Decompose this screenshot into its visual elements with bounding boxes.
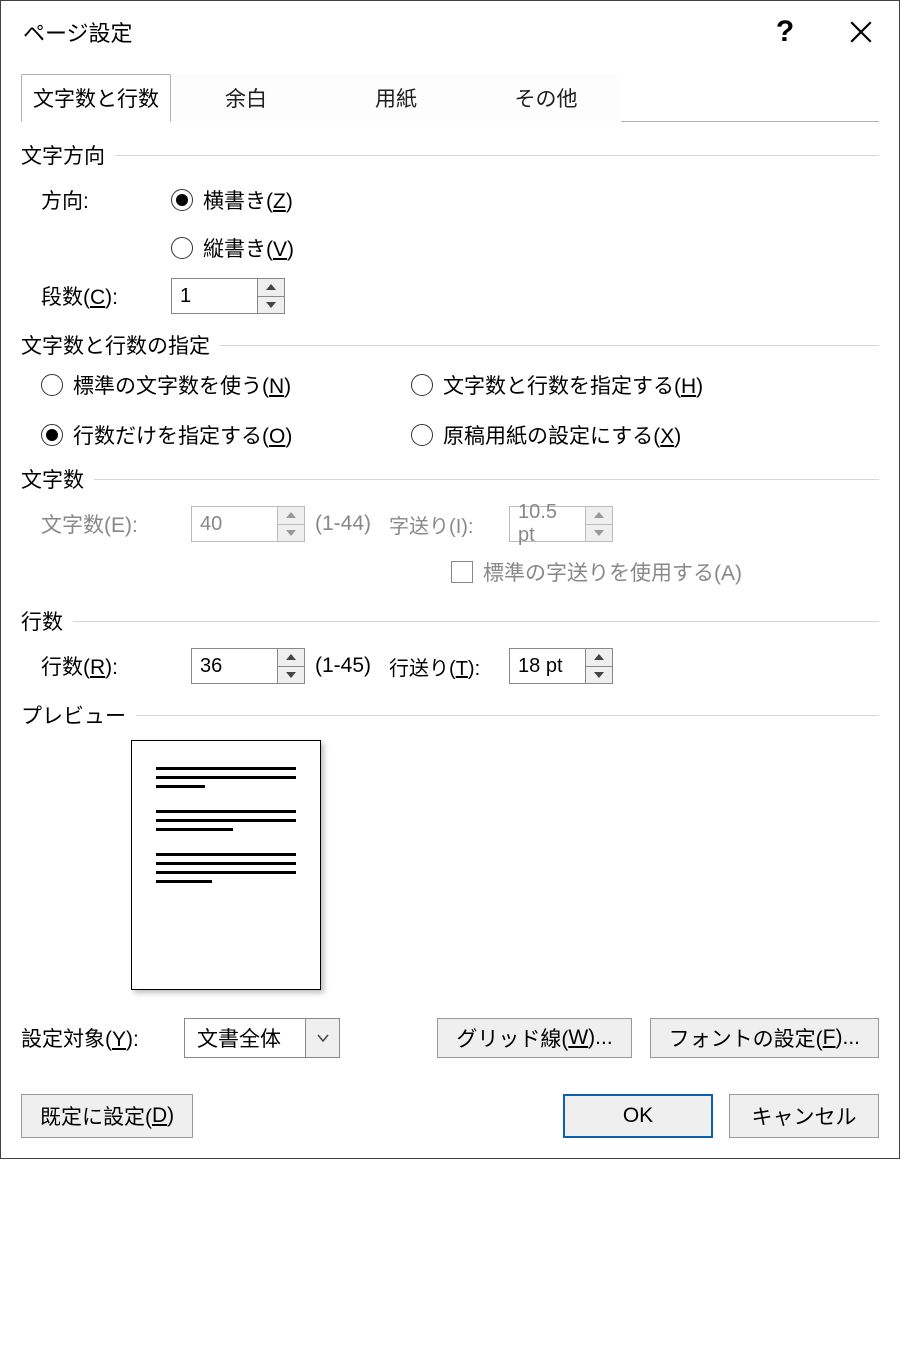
char-count-label: 文字数(E):: [41, 509, 191, 539]
spinner-up-icon: [586, 507, 612, 525]
line-count-label: 行数(R):: [41, 651, 191, 681]
line-pitch-spinner[interactable]: 18 pt: [509, 648, 613, 684]
char-count-spinner: 40: [191, 506, 305, 542]
radio-specify-both[interactable]: 文字数と行数を指定する(H): [411, 370, 879, 400]
tab-margins[interactable]: 余白: [171, 74, 321, 122]
apply-to-label: 設定対象(Y):: [21, 1023, 166, 1053]
char-count-range: (1-44): [315, 512, 371, 536]
tab-chars-lines[interactable]: 文字数と行数: [21, 74, 171, 122]
close-icon: [848, 19, 874, 45]
cancel-button[interactable]: キャンセル: [729, 1094, 879, 1138]
radio-genkou[interactable]: 原稿用紙の設定にする(X): [411, 420, 879, 450]
set-default-button[interactable]: 既定に設定(D): [21, 1094, 193, 1138]
dialog-title: ページ設定: [23, 16, 747, 48]
spinner-up-icon: [278, 507, 304, 525]
radio-standard-chars[interactable]: 標準の文字数を使う(N): [41, 370, 411, 400]
preview-thumbnail: [131, 740, 321, 990]
ok-button[interactable]: OK: [563, 1094, 713, 1138]
radio-icon: [171, 237, 193, 259]
section-lines: 行数: [21, 606, 879, 636]
spinner-down-icon[interactable]: [586, 667, 612, 684]
section-preview: プレビュー: [21, 700, 879, 730]
line-pitch-label: 行送り(T):: [389, 652, 509, 681]
radio-lines-only[interactable]: 行数だけを指定する(O): [41, 420, 411, 450]
spinner-down-icon: [278, 525, 304, 542]
line-count-range: (1-45): [315, 654, 371, 678]
columns-label: 段数(C):: [41, 281, 171, 311]
page-setup-dialog: ページ設定 ? 文字数と行数 余白 用紙 その他 文字方向 方向: 横書き(Z): [0, 0, 900, 1159]
section-grid-spec: 文字数と行数の指定: [21, 330, 879, 360]
radio-vertical[interactable]: 縦書き(V): [171, 233, 294, 263]
gridlines-button[interactable]: グリッド線(W)...: [437, 1018, 631, 1058]
spinner-up-icon[interactable]: [278, 649, 304, 667]
font-settings-button[interactable]: フォントの設定(F)...: [650, 1018, 879, 1058]
spinner-down-icon[interactable]: [258, 297, 284, 314]
char-pitch-spinner: 10.5 pt: [509, 506, 613, 542]
help-button[interactable]: ?: [747, 1, 823, 63]
radio-icon: [411, 424, 433, 446]
spinner-down-icon[interactable]: [278, 667, 304, 684]
checkbox-icon: [451, 561, 473, 583]
titlebar: ページ設定 ?: [1, 1, 899, 63]
checkbox-std-pitch: 標準の字送りを使用する(A): [451, 557, 742, 587]
radio-icon: [41, 374, 63, 396]
char-pitch-label: 字送り(I):: [389, 510, 509, 539]
radio-horizontal[interactable]: 横書き(Z): [171, 185, 293, 215]
section-text-direction: 文字方向: [21, 140, 879, 170]
tab-strip: 文字数と行数 余白 用紙 その他: [21, 73, 879, 122]
close-button[interactable]: [823, 1, 899, 63]
spinner-up-icon[interactable]: [258, 279, 284, 297]
radio-icon: [41, 424, 63, 446]
tab-paper[interactable]: 用紙: [321, 74, 471, 122]
apply-to-select[interactable]: 文書全体: [184, 1018, 340, 1058]
direction-label: 方向:: [41, 185, 171, 215]
chevron-down-icon: [305, 1019, 339, 1057]
section-chars: 文字数: [21, 464, 879, 494]
line-count-spinner[interactable]: 36: [191, 648, 305, 684]
spinner-down-icon: [586, 525, 612, 542]
radio-icon: [411, 374, 433, 396]
spinner-up-icon[interactable]: [586, 649, 612, 667]
columns-spinner[interactable]: 1: [171, 278, 285, 314]
tab-other[interactable]: その他: [471, 74, 621, 122]
radio-icon: [171, 189, 193, 211]
